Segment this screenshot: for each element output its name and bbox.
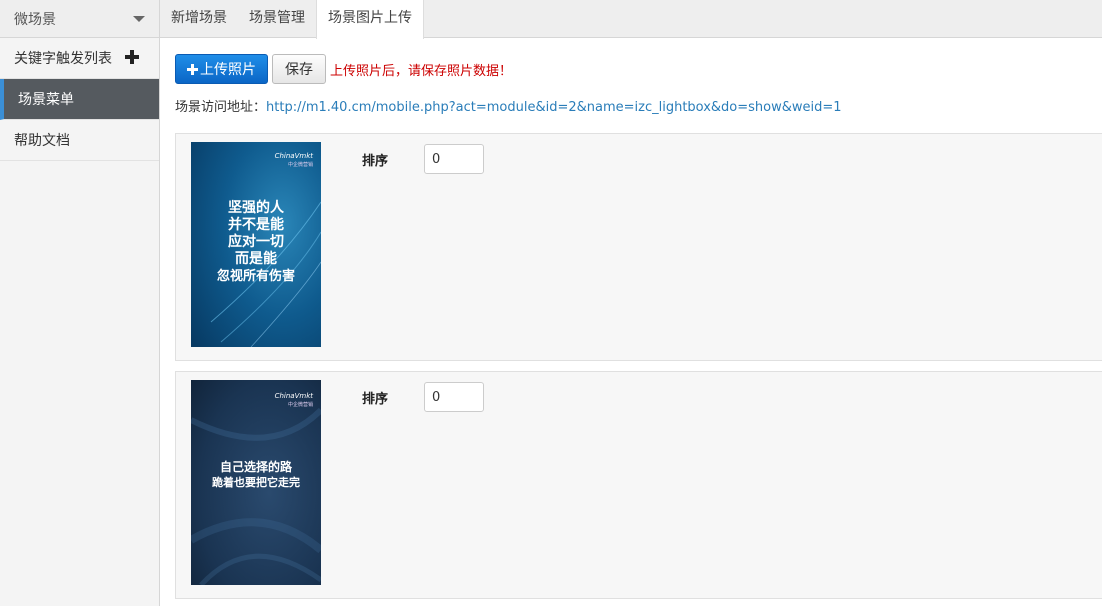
scene-url-label: 场景访问地址：	[175, 100, 267, 115]
tab-bar: 新增场景 场景管理 场景图片上传	[160, 0, 1102, 39]
sidebar-item-scene-menu[interactable]: 场景菜单	[0, 79, 159, 120]
sidebar-item-label: 帮助文档	[14, 133, 70, 149]
sort-label: 排序	[362, 392, 389, 407]
toolbar: 上传照片 保存 上传照片后，请保存照片数据！	[175, 54, 1102, 84]
photo-card: ChinaVmkt 中企微营销 自己选择的路 跪着也要把它走完 排序	[175, 371, 1102, 599]
plus-icon	[187, 63, 198, 75]
plus-icon[interactable]	[125, 50, 139, 64]
photo-card: ChinaVmkt 中企微营销 坚强的人 并不是能 应对一切 而是能 忽视所有伤…	[175, 133, 1102, 361]
sort-input[interactable]	[424, 144, 484, 174]
brand-sub-text: 中企微营销	[288, 401, 313, 408]
photo-thumbnail[interactable]: ChinaVmkt 中企微营销 自己选择的路 跪着也要把它走完	[191, 380, 321, 585]
chevron-down-icon[interactable]	[133, 15, 145, 22]
upload-photo-button[interactable]: 上传照片	[175, 54, 268, 84]
poster-line: 而是能	[235, 250, 277, 267]
save-button[interactable]: 保存	[272, 54, 326, 84]
upload-photo-label: 上传照片	[200, 62, 256, 78]
sidebar-item-label: 关键字触发列表	[14, 51, 112, 67]
poster-line: 忽视所有伤害	[217, 268, 295, 284]
poster-line: 坚强的人	[228, 199, 285, 216]
poster-line: 应对一切	[228, 233, 284, 250]
tab-add-scene[interactable]: 新增场景	[160, 0, 238, 38]
photo-thumbnail[interactable]: ChinaVmkt 中企微营销 坚强的人 并不是能 应对一切 而是能 忽视所有伤…	[191, 142, 321, 347]
brand-sub-text: 中企微营销	[288, 161, 313, 168]
poster-line: 跪着也要把它走完	[212, 475, 300, 489]
poster-line: 自己选择的路	[220, 459, 293, 474]
brand-text: ChinaVmkt	[275, 152, 314, 160]
sidebar-header[interactable]: 微场景	[0, 0, 159, 38]
warning-text: 上传照片后，请保存照片数据！	[330, 63, 513, 79]
sidebar-item-label: 场景菜单	[18, 92, 74, 108]
sidebar: 微场景 关键字触发列表 场景菜单 帮助文档	[0, 0, 160, 606]
sort-input[interactable]	[424, 382, 484, 412]
tab-scene-manage[interactable]: 场景管理	[238, 0, 316, 38]
scene-url-line: 场景访问地址：http://m1.40.cm/mobile.php?act=mo…	[175, 96, 1102, 115]
sort-label: 排序	[362, 154, 389, 169]
poster-line: 并不是能	[228, 216, 284, 233]
sidebar-item-keyword-list[interactable]: 关键字触发列表	[0, 38, 159, 79]
brand-text: ChinaVmkt	[275, 392, 314, 400]
tab-scene-photo-upload[interactable]: 场景图片上传	[316, 0, 424, 39]
sidebar-title: 微场景	[14, 11, 56, 28]
main-content: 上传照片 保存 上传照片后，请保存照片数据！ 场景访问地址：http://m1.…	[175, 38, 1102, 599]
sidebar-item-help-docs[interactable]: 帮助文档	[0, 120, 159, 161]
scene-url-link[interactable]: http://m1.40.cm/mobile.php?act=module&id…	[266, 100, 842, 115]
